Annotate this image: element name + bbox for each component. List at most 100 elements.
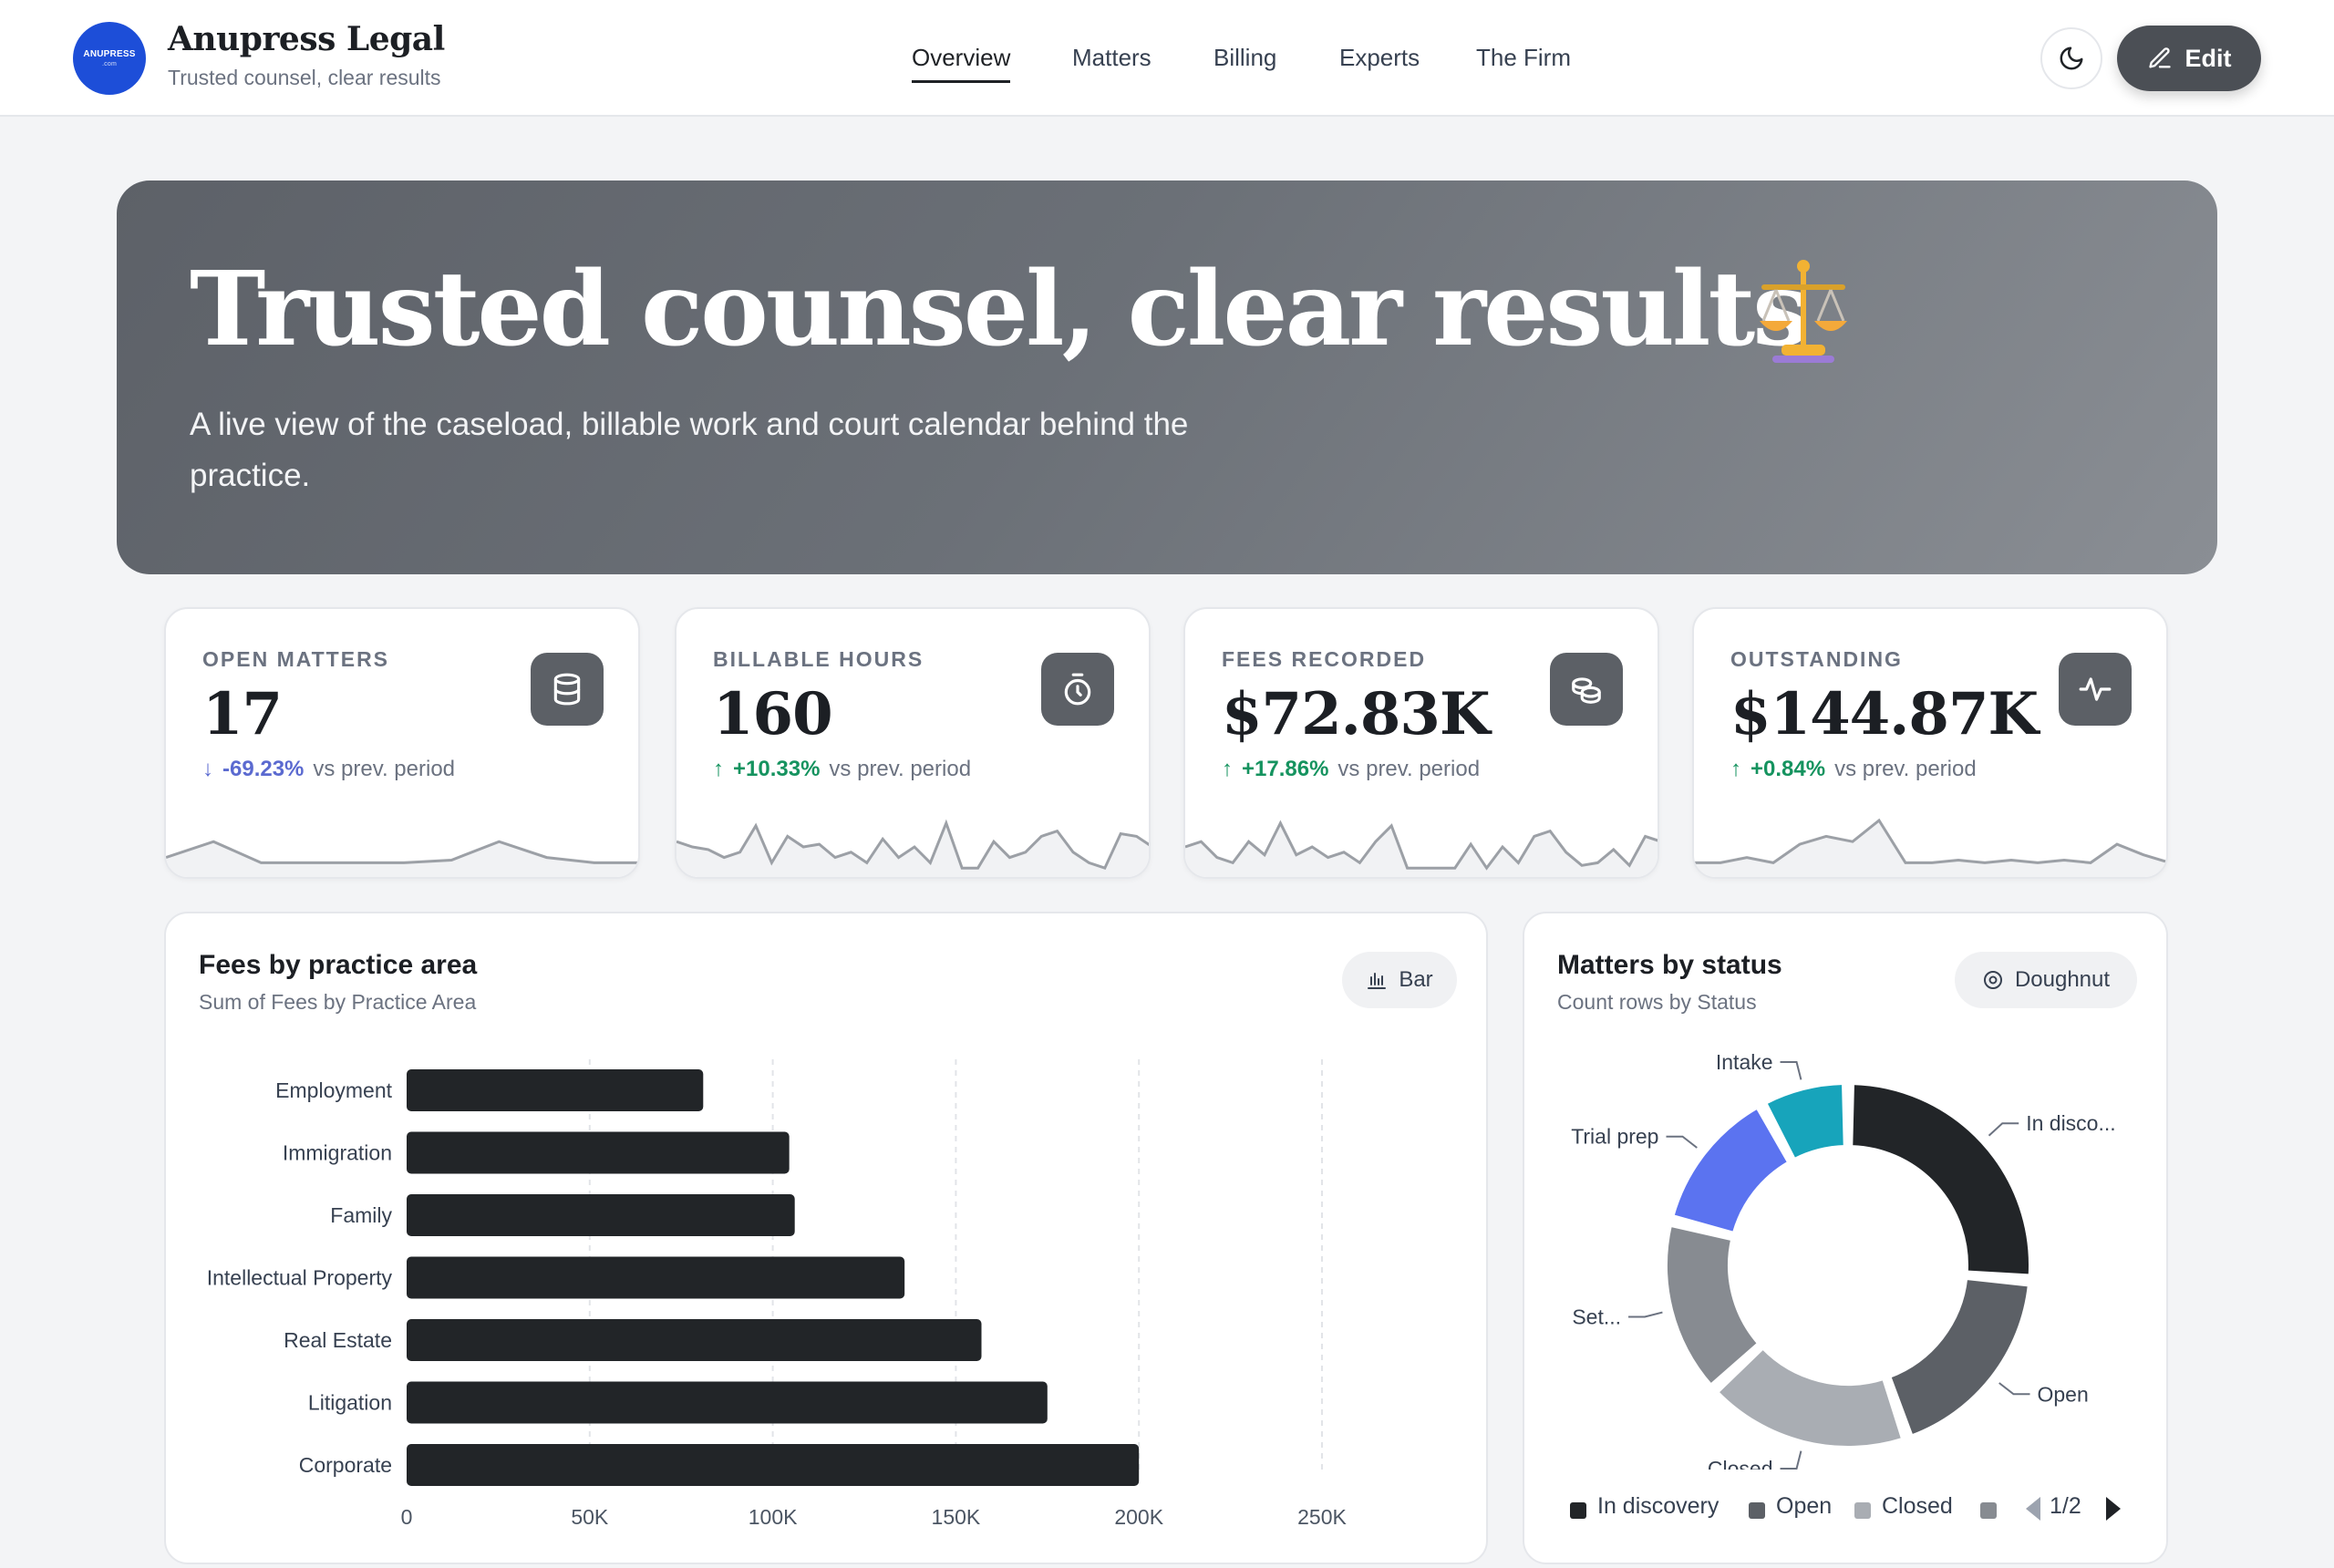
bar[interactable] <box>407 1319 982 1361</box>
label-leader-line <box>1988 1122 2019 1137</box>
label-leader-line <box>1998 1382 2030 1396</box>
nav-matters[interactable]: Matters <box>1072 44 1152 72</box>
sparkline-area <box>1694 820 2166 877</box>
bar[interactable] <box>407 1381 1048 1424</box>
panel-subtitle: Sum of Fees by Practice Area <box>199 990 477 1014</box>
bar[interactable] <box>407 1194 795 1236</box>
chart-type-toggle[interactable]: Doughnut <box>1955 952 2137 1008</box>
kpi-sparkline <box>676 819 1149 877</box>
slice-label: In disco... <box>2026 1111 2115 1135</box>
y-category-label: Real Estate <box>284 1328 392 1352</box>
timer-icon <box>1041 653 1114 726</box>
pencil-icon <box>2148 47 2171 68</box>
y-category-label: Intellectual Property <box>207 1266 393 1290</box>
label-leader-line <box>1666 1135 1698 1149</box>
doughnut-slice[interactable] <box>1670 1105 1792 1235</box>
kpi-delta: ↓ -69.23% vs prev. period <box>202 757 455 782</box>
kpi-label: FEES RECORDED <box>1222 647 1427 671</box>
nav-experts[interactable]: Experts <box>1339 44 1420 72</box>
slice-label: Open <box>2038 1382 2089 1406</box>
edit-button-label: Edit <box>2184 44 2232 72</box>
kpi-card-outstanding: OUTSTANDING $144.87K ↑ +0.84% vs prev. p… <box>1692 607 2168 879</box>
brand-tagline: Trusted counsel, clear results <box>168 66 441 89</box>
doughnut-slice[interactable] <box>1664 1222 1761 1387</box>
hero-subtitle: A live view of the caseload, billable wo… <box>190 407 1189 493</box>
slice-label: Set... <box>1572 1305 1621 1328</box>
doughnut-icon <box>1983 971 2002 989</box>
kpi-value: $72.83K <box>1222 680 1491 748</box>
fees-by-practice-area-panel: Fees by practice area Sum of Fees by Pra… <box>164 912 1488 1564</box>
panel-title: Matters by status <box>1557 950 1782 980</box>
theme-toggle-button[interactable] <box>2040 27 2102 89</box>
kpi-delta: ↑ +10.33% vs prev. period <box>713 757 971 782</box>
legend-item-open[interactable]: Open <box>1776 1493 1832 1520</box>
kpi-delta: ↑ +17.86% vs prev. period <box>1222 757 1480 782</box>
y-category-label: Employment <box>275 1078 392 1102</box>
bar[interactable] <box>407 1069 704 1111</box>
arrow-up-icon: ↑ <box>1730 757 1741 781</box>
slice-label: Closed <box>1708 1457 1773 1470</box>
kpi-delta-percent: -69.23% <box>222 757 305 781</box>
label-leader-line <box>1780 1061 1802 1080</box>
database-icon <box>531 653 604 726</box>
chart-type-toggle[interactable]: Bar <box>1342 952 1457 1008</box>
kpi-card-fees-recorded: FEES RECORDED $72.83K ↑ +17.86% vs prev.… <box>1183 607 1659 879</box>
kpi-sparkline <box>1694 818 2166 877</box>
sparkline-area <box>676 822 1149 877</box>
legend-item-closed[interactable]: Closed <box>1882 1493 1953 1520</box>
hero-title: Trusted counsel, clear results <box>190 250 1810 369</box>
kpi-delta-percent: +10.33% <box>733 757 821 781</box>
kpi-card-billable-hours: BILLABLE HOURS 160 ↑ +10.33% vs prev. pe… <box>675 607 1151 879</box>
x-tick-label: 200K <box>1114 1505 1163 1529</box>
arrow-up-icon: ↑ <box>1222 757 1233 781</box>
kpi-delta-suffix: vs prev. period <box>313 757 456 781</box>
kpi-value: 160 <box>713 680 833 748</box>
kpi-delta-percent: +0.84% <box>1750 757 1826 781</box>
y-category-label: Family <box>330 1203 392 1227</box>
arrow-down-icon: ↓ <box>202 757 213 781</box>
legend-swatch <box>1980 1502 1997 1519</box>
nav-the-firm[interactable]: The Firm <box>1476 44 1571 72</box>
balance-scale-icon <box>1760 260 1847 363</box>
bar[interactable] <box>407 1444 1140 1486</box>
kpi-card-open-matters: OPEN MATTERS 17 ↓ -69.23% vs prev. perio… <box>164 607 640 879</box>
brand-logo[interactable]: ANUPRESS .com <box>73 22 146 95</box>
legend-next-button[interactable] <box>2106 1497 2121 1521</box>
nav-billing[interactable]: Billing <box>1213 44 1276 72</box>
coins-icon <box>1550 653 1623 726</box>
kpi-label: BILLABLE HOURS <box>713 647 924 671</box>
nav-overview[interactable]: Overview <box>912 44 1011 83</box>
kpi-value: 17 <box>202 680 283 748</box>
x-tick-label: 0 <box>401 1505 413 1529</box>
legend-swatch <box>1854 1502 1871 1519</box>
slice-label: Intake <box>1716 1050 1773 1074</box>
doughnut-slice[interactable] <box>1849 1081 2032 1278</box>
bar[interactable] <box>407 1131 790 1174</box>
y-category-label: Corporate <box>299 1453 392 1477</box>
top-navigation-bar: ANUPRESS .com Anupress Legal Trusted cou… <box>0 0 2334 117</box>
kpi-label: OUTSTANDING <box>1730 647 1903 671</box>
fees-bar-chart: 0 50K 100K 150K 200K 250K Employment Immigratio… <box>207 1059 1348 1529</box>
chart-legend: In discovery Open Closed 1/2 <box>1570 1493 2135 1530</box>
legend-prev-button[interactable] <box>2026 1497 2040 1521</box>
doughnut-slice[interactable] <box>1715 1346 1905 1449</box>
x-tick-label: 100K <box>749 1505 798 1529</box>
doughnut-slice[interactable] <box>1887 1275 2031 1439</box>
legend-item-in-discovery[interactable]: In discovery <box>1597 1493 1719 1520</box>
hero-banner: Trusted counsel, clear results A live vi… <box>117 181 2217 574</box>
brand-name[interactable]: Anupress Legal <box>168 20 445 58</box>
edit-button[interactable]: Edit <box>2117 26 2261 91</box>
logo-subtext: .com <box>102 60 117 67</box>
matters-by-status-panel: Matters by status Count rows by Status D… <box>1523 912 2168 1564</box>
kpi-delta-percent: +17.86% <box>1242 757 1329 781</box>
sparkline-line <box>1694 818 2166 864</box>
activity-icon <box>2059 653 2132 726</box>
y-category-label: Litigation <box>308 1391 392 1415</box>
moon-icon <box>2060 46 2083 70</box>
label-leader-line <box>1628 1311 1663 1318</box>
logo-text: ANUPRESS <box>83 48 136 59</box>
arrow-up-icon: ↑ <box>713 757 724 781</box>
x-tick-label: 150K <box>932 1505 981 1529</box>
kpi-delta-suffix: vs prev. period <box>829 757 972 781</box>
bar[interactable] <box>407 1256 905 1299</box>
